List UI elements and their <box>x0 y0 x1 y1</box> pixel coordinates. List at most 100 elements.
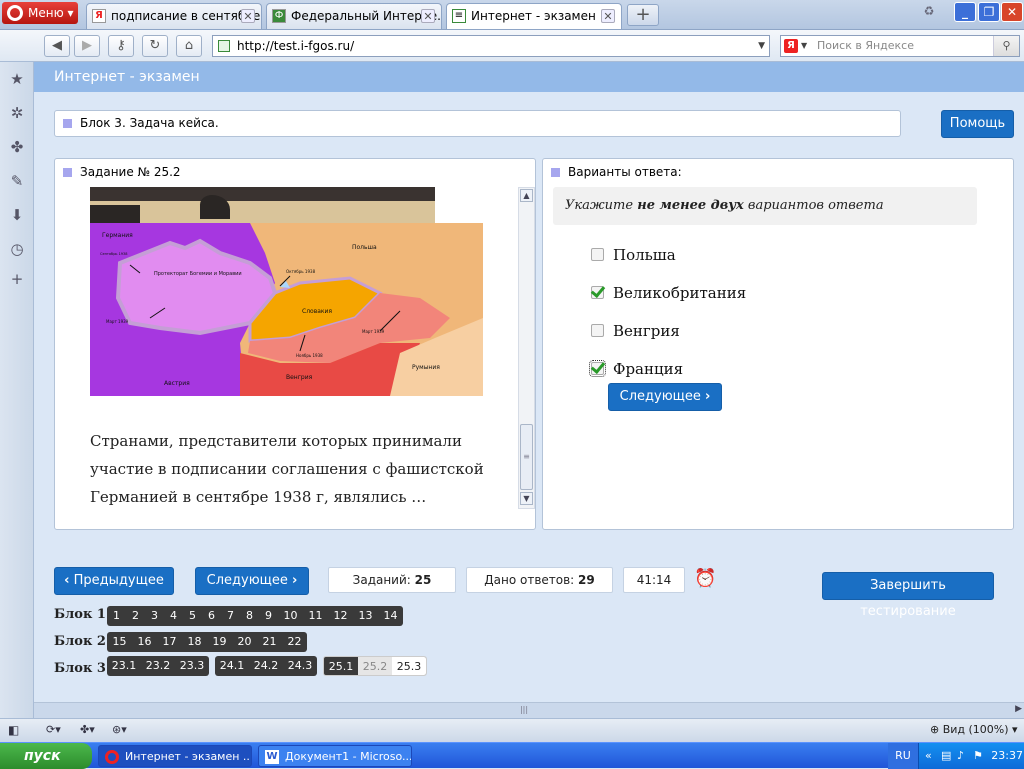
question-link[interactable]: 23.2 <box>141 656 175 676</box>
question-link[interactable]: 3 <box>145 606 164 626</box>
network-icon[interactable]: ▤ <box>941 743 951 769</box>
question-link[interactable]: 23.3 <box>175 656 209 676</box>
scroll-thumb[interactable]: ≡ <box>520 424 533 490</box>
zoom-control[interactable]: ⊕ Вид (100%) ▾ <box>930 719 1018 741</box>
question-link[interactable]: 18 <box>182 632 207 652</box>
close-window-button[interactable]: ✕ <box>1001 2 1023 22</box>
trash-icon[interactable]: ♻ <box>918 2 940 22</box>
checkbox-checked[interactable] <box>589 360 606 377</box>
question-link[interactable]: 4 <box>164 606 183 626</box>
next-button[interactable]: Следующее › <box>195 567 309 595</box>
block-3-group-25: 25.1 25.2 25.3 <box>323 656 427 676</box>
question-link[interactable]: 6 <box>202 606 221 626</box>
history-icon[interactable]: ◷ <box>8 240 26 258</box>
home-icon[interactable]: ⌂ <box>176 35 202 57</box>
close-tab-icon[interactable]: ✕ <box>601 9 615 23</box>
language-indicator[interactable]: RU <box>888 743 918 769</box>
question-link[interactable]: 20 <box>232 632 257 652</box>
option-france[interactable]: Франция <box>589 359 683 379</box>
chevron-left-icon: ‹ <box>64 573 70 588</box>
scroll-down-icon[interactable]: ▼ <box>520 492 533 505</box>
search-input[interactable]: Я ▼ Поиск в Яндексе ⚲ <box>780 35 1020 57</box>
map-label-hungary: Венгрия <box>286 374 313 381</box>
downloads-icon[interactable]: ⬇ <box>8 206 26 224</box>
scroll-up-icon[interactable]: ▲ <box>520 189 533 202</box>
chevron-down-icon[interactable]: ▼ <box>801 36 807 56</box>
finish-test-button[interactable]: Завершить тестирование <box>822 572 994 619</box>
checkbox[interactable] <box>591 248 604 261</box>
question-link[interactable]: 24.1 <box>215 656 249 676</box>
question-link[interactable]: 12 <box>328 606 353 626</box>
taskbar-item-browser[interactable]: Интернет - экзамен ... <box>98 745 252 767</box>
question-link[interactable]: 14 <box>378 606 403 626</box>
scroll-right-icon[interactable]: ▶ <box>1015 704 1022 714</box>
close-tab-icon[interactable]: ✕ <box>421 9 435 23</box>
security-icon[interactable]: ⚑ <box>973 743 983 769</box>
question-link[interactable]: 15 <box>107 632 132 652</box>
back-icon[interactable]: ◀ <box>44 35 70 57</box>
forward-icon[interactable]: ▶ <box>74 35 100 57</box>
question-link[interactable]: 11 <box>303 606 328 626</box>
turbo-icon[interactable]: ⟳▾ <box>46 719 61 741</box>
speed-dial-icon[interactable]: ⊛▾ <box>112 719 127 741</box>
question-link[interactable]: 24.2 <box>249 656 283 676</box>
tab-federal[interactable]: Ф Федеральный Интерне... ✕ <box>266 3 442 29</box>
question-link[interactable]: 25.3 <box>392 657 426 675</box>
question-link[interactable]: 19 <box>207 632 232 652</box>
question-link[interactable]: 21 <box>257 632 282 652</box>
question-link-current[interactable]: 25.2 <box>358 657 392 675</box>
task-scrollbar[interactable]: ▲ ≡ ▼ <box>518 187 535 509</box>
search-icon[interactable]: ⚲ <box>993 36 1019 56</box>
unite-icon[interactable]: ✤▾ <box>80 719 95 741</box>
bookmarks-icon[interactable]: ★ <box>8 70 26 88</box>
help-button[interactable]: Помощь <box>941 110 1014 138</box>
question-link[interactable]: 7 <box>221 606 240 626</box>
notes-icon[interactable]: ✎ <box>8 172 26 190</box>
timer-box: 41:14 <box>623 567 685 593</box>
new-tab-button[interactable]: + <box>627 4 659 26</box>
checkbox-checked[interactable] <box>591 286 604 299</box>
map-label-mar2: Март 1939 <box>362 329 385 334</box>
tab-exam[interactable]: ≡ Интернет - экзамен ✕ <box>446 3 622 29</box>
chevron-down-icon[interactable]: ▼ <box>758 36 765 56</box>
question-link[interactable]: 23.1 <box>107 656 141 676</box>
reload-icon[interactable]: ↻ <box>142 35 168 57</box>
close-tab-icon[interactable]: ✕ <box>241 9 255 23</box>
question-link[interactable]: 9 <box>259 606 278 626</box>
option-poland[interactable]: Польша <box>591 245 676 265</box>
unite-icon[interactable]: ✤ <box>8 138 26 156</box>
question-link[interactable]: 13 <box>353 606 378 626</box>
question-link[interactable]: 1 <box>107 606 126 626</box>
previous-button[interactable]: ‹ Предыдущее <box>54 567 174 595</box>
site-icon: Ф <box>272 9 286 23</box>
key-icon[interactable]: ⚷ <box>108 35 134 57</box>
question-link[interactable]: 25.1 <box>324 657 358 675</box>
add-panel-icon[interactable]: + <box>8 270 26 288</box>
scroll-thumb[interactable]: ||| <box>464 705 584 715</box>
next-inline-button[interactable]: Следующее › <box>608 383 722 411</box>
question-link[interactable]: 24.3 <box>283 656 317 676</box>
start-button[interactable]: пуск <box>0 743 92 769</box>
question-link[interactable]: 10 <box>278 606 303 626</box>
question-link[interactable]: 5 <box>183 606 202 626</box>
checkbox[interactable] <box>591 324 604 337</box>
maximize-button[interactable]: ❐ <box>978 2 1000 22</box>
question-link[interactable]: 22 <box>282 632 307 652</box>
option-great-britain[interactable]: Великобритания <box>591 283 746 303</box>
question-link[interactable]: 17 <box>157 632 182 652</box>
option-hungary[interactable]: Венгрия <box>591 321 680 341</box>
opera-menu-button[interactable]: Меню ▾ <box>2 2 78 24</box>
tray-arrow-icon[interactable]: « <box>925 743 932 769</box>
taskbar-item-word[interactable]: W Документ1 - Microso... <box>258 745 412 767</box>
question-link[interactable]: 16 <box>132 632 157 652</box>
question-link[interactable]: 8 <box>240 606 259 626</box>
volume-icon[interactable]: ♪ <box>957 743 964 769</box>
widgets-icon[interactable]: ✲ <box>8 104 26 122</box>
minimize-button[interactable]: _ <box>954 2 976 22</box>
address-bar[interactable]: http://test.i-fgos.ru/ ▼ <box>212 35 770 57</box>
tab-yandex[interactable]: Я подписание в сентябре... ✕ <box>86 3 262 29</box>
map-label-romania: Румыния <box>412 364 440 371</box>
page-horizontal-scrollbar[interactable]: ||| ▶ <box>34 702 1024 718</box>
panel-toggle-icon[interactable]: ◧ <box>8 719 19 741</box>
question-link[interactable]: 2 <box>126 606 145 626</box>
